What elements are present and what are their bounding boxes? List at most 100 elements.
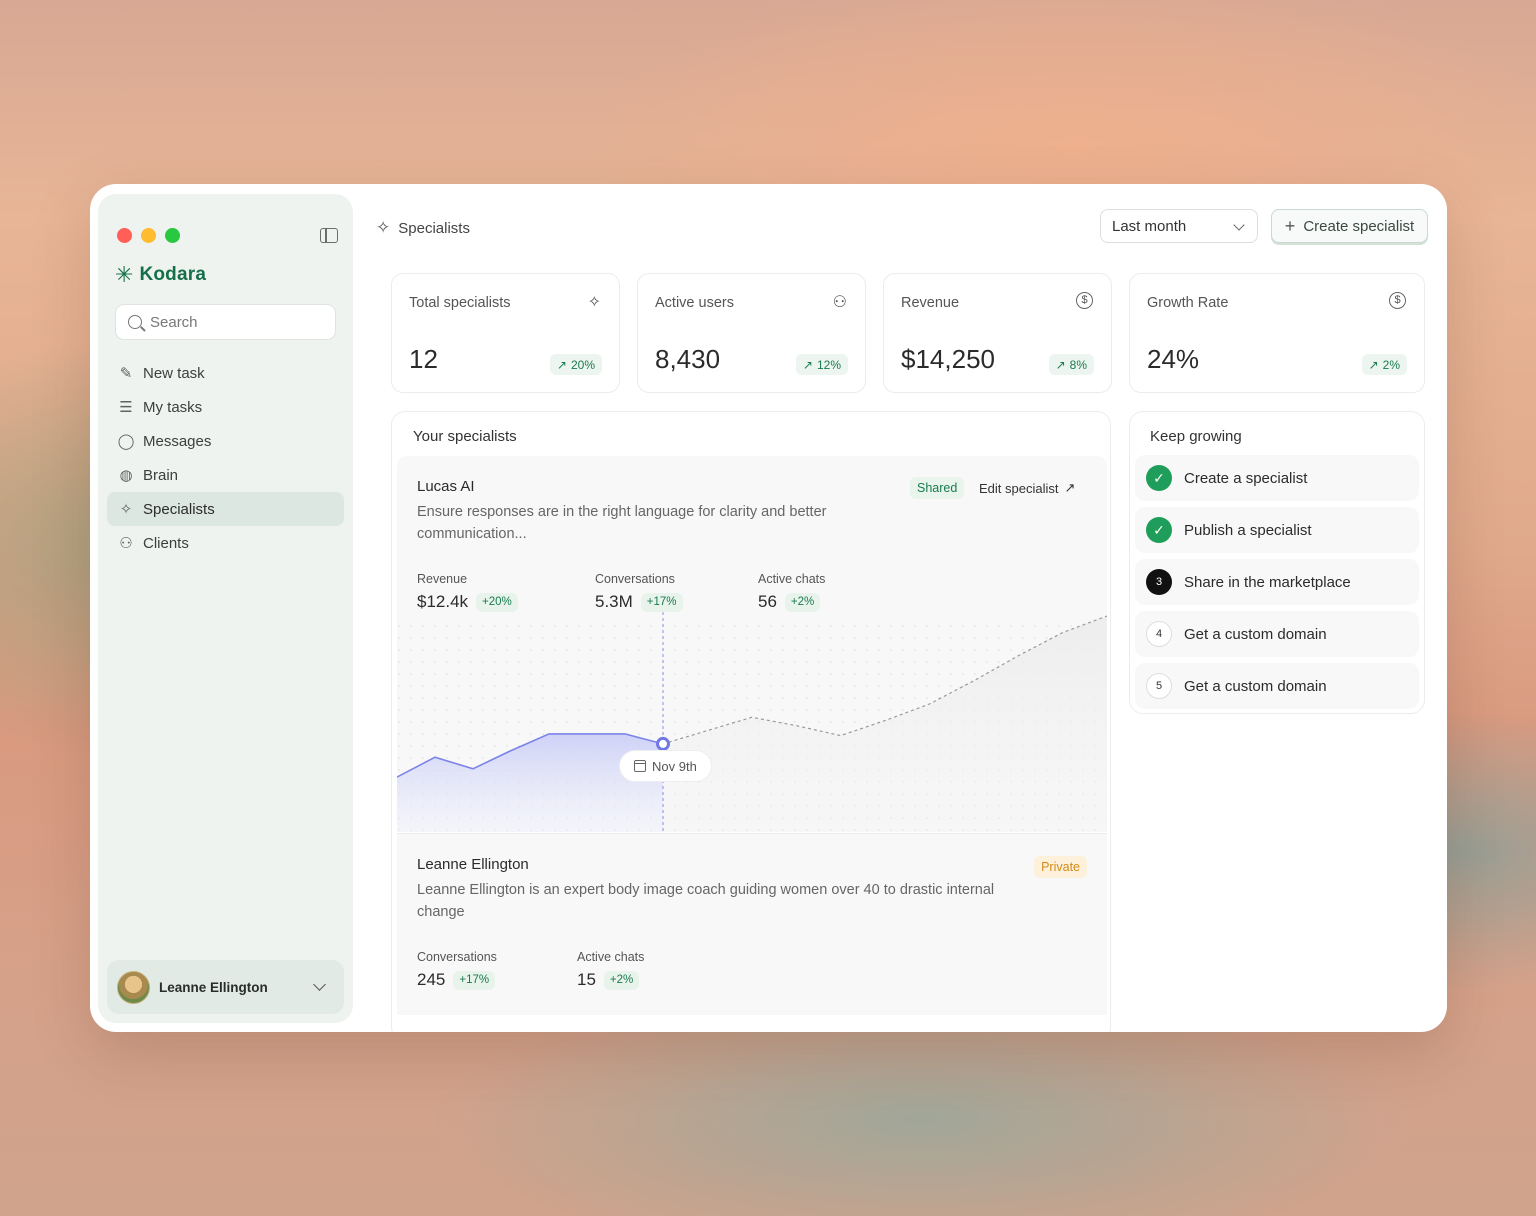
metric-conversations: Conversations 245 +17% [417,950,497,990]
metric-change: +2% [784,592,821,612]
create-specialist-button[interactable]: + Create specialist [1271,209,1428,243]
step-publish-specialist[interactable]: ✓ Publish a specialist [1135,507,1419,553]
metric-change: +20% [476,592,518,612]
sidebar-item-specialists[interactable]: ✧ Specialists [107,492,344,526]
sidebar-item-brain[interactable]: ◍ Brain [107,458,344,492]
edit-specialist-label: Edit specialist [979,480,1059,496]
logo-text: Kodara [139,264,207,285]
stat-card-revenue: Revenue $ $14,250 ↗ 8% [883,273,1112,393]
step-label: Share in the marketplace [1184,573,1351,591]
arrow-up-right-icon: ↗ [1064,480,1076,495]
step-share-marketplace[interactable]: 3 Share in the marketplace [1135,559,1419,605]
metric-label: Active chats [577,950,645,964]
stat-change: 12% [816,357,841,372]
search-input[interactable] [150,313,320,331]
sidebar-toggle-icon[interactable] [320,228,338,243]
calendar-icon [634,760,646,772]
panel-title: Your specialists [413,428,517,445]
stat-change-badge: ↗ 20% [549,354,602,375]
step-label: Get a custom domain [1184,625,1327,643]
chevron-down-icon [313,978,326,991]
keep-growing-panel: Keep growing ✓ Create a specialist ✓ Pub… [1129,411,1425,714]
user-menu[interactable]: Leanne Ellington [107,960,344,1014]
status-badge: Shared [910,477,965,499]
specialist-name: Leanne Ellington [417,856,529,873]
close-window-button[interactable] [117,228,132,243]
sidebar-item-label: Messages [143,432,212,450]
highlight-point[interactable] [656,736,670,751]
stat-value: 12 [409,344,438,374]
metric-value: $12.4k [417,592,469,611]
step-label: Publish a specialist [1184,521,1312,539]
plus-icon: + [1284,216,1296,236]
dollar-circle-icon: $ [1076,292,1093,309]
stat-change-badge: ↗ 12% [795,354,848,375]
tasks-icon: ☰ [119,399,133,416]
user-name: Leanne Ellington [159,979,268,995]
chart-date-tooltip: Nov 9th [619,750,712,782]
step-custom-domain[interactable]: 4 Get a custom domain [1135,611,1419,657]
maximize-window-button[interactable] [165,228,180,243]
specialists-panel: Your specialists Lucas AI Shared Edit sp… [391,411,1111,1032]
trend-up-icon: ↗ [802,357,813,372]
search-box[interactable] [115,304,336,340]
search-icon [128,315,142,329]
sidebar-nav: ✎ New task ☰ My tasks ◯ Messages ◍ Brain… [107,356,344,560]
sidebar-item-label: Clients [143,534,189,552]
metric-change: +2% [603,970,640,990]
step-custom-domain[interactable]: 5 Get a custom domain [1135,663,1419,709]
period-select[interactable]: Last month [1100,209,1258,243]
sidebar-item-label: Specialists [143,500,215,518]
sparkle-icon: ✧ [119,501,133,518]
metric-revenue: Revenue $12.4k +20% [417,572,518,612]
sidebar-item-messages[interactable]: ◯ Messages [107,424,344,458]
sparkle-icon: ✧ [587,294,601,311]
window-controls [117,228,180,243]
step-number: 5 [1146,673,1172,699]
logo: ✳ Kodara [115,264,206,286]
stat-label: Total specialists [409,295,511,311]
stat-value: 24% [1147,344,1200,374]
metric-change: +17% [640,592,683,612]
dollar-circle-icon: $ [1389,292,1406,309]
logo-asterisk-icon: ✳ [115,262,134,287]
status-badge: Private [1034,856,1087,878]
sidebar-item-clients[interactable]: ⚇ Clients [107,526,344,560]
trend-up-icon: ↗ [1368,357,1379,372]
metric-change: +17% [453,970,496,990]
trend-up-icon: ↗ [556,357,567,372]
sidebar-item-label: Brain [143,466,179,484]
metric-label: Conversations [417,950,497,964]
stat-change: 8% [1069,357,1087,372]
check-icon: ✓ [1146,465,1172,491]
metric-conversations: Conversations 5.3M +17% [595,572,683,612]
pen-sparkle-icon: ✎ [119,365,133,382]
metric-active-chats: Active chats 15 +2% [577,950,644,990]
sidebar-item-new-task[interactable]: ✎ New task [107,356,344,390]
metric-active-chats: Active chats 56 +2% [758,572,825,612]
specialist-card-leanne-ellington[interactable]: Leanne Ellington Private Leanne Ellingto… [397,833,1107,1015]
specialist-card-lucas-ai[interactable]: Lucas AI Shared Edit specialist ↗ Ensure… [397,456,1107,832]
step-label: Get a custom domain [1184,677,1327,695]
period-select-value: Last month [1112,217,1187,235]
sidebar-item-my-tasks[interactable]: ☰ My tasks [107,390,344,424]
metric-label: Active chats [758,572,826,586]
minimize-window-button[interactable] [141,228,156,243]
app-window: ✳ Kodara ✎ New task ☰ My tasks ◯ Message… [90,184,1447,1032]
stat-change-badge: ↗ 8% [1048,354,1094,375]
create-specialist-label: Create specialist [1303,217,1415,235]
sidebar-item-label: My tasks [143,398,203,416]
metric-value: 245 [417,970,446,989]
trend-up-icon: ↗ [1055,357,1066,372]
sparkle-icon: ✧ [376,218,391,237]
stat-label: Active users [655,295,734,311]
stat-change-badge: ↗ 2% [1361,354,1407,375]
step-create-specialist[interactable]: ✓ Create a specialist [1135,455,1419,501]
stat-change: 20% [570,357,595,372]
specialist-description: Ensure responses are in the right langua… [417,504,827,542]
desktop-background: ✳ Kodara ✎ New task ☰ My tasks ◯ Message… [0,0,1536,1216]
stat-value: 8,430 [655,344,721,374]
step-label: Create a specialist [1184,469,1308,487]
chat-bubble-icon: ◯ [117,433,135,450]
edit-specialist-link[interactable]: Edit specialist ↗ [979,480,1075,496]
